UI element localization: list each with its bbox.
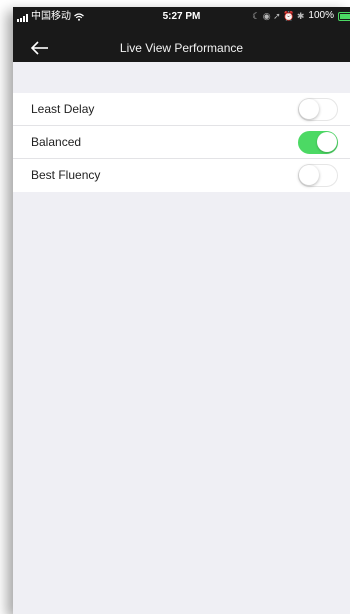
toggle-knob — [299, 99, 319, 119]
battery-icon — [338, 11, 350, 21]
option-label: Best Fluency — [31, 168, 101, 182]
option-least-delay[interactable]: Least Delay — [13, 93, 350, 126]
least-delay-toggle[interactable] — [298, 98, 338, 121]
performance-options-list: Least Delay Balanced Best Fluency — [13, 93, 350, 192]
navigation-bar: Live View Performance — [13, 37, 350, 62]
balanced-toggle[interactable] — [298, 131, 338, 154]
status-icons: ☾ ◉ ➚ ⏰ ✱ — [252, 11, 305, 21]
toggle-knob — [317, 132, 337, 152]
option-label: Balanced — [31, 135, 82, 149]
status-right: ☾ ◉ ➚ ⏰ ✱ 100% — [252, 11, 350, 21]
top-bar: 中国移动 5:27 PM ☾ ◉ ➚ ⏰ ✱ 100% Live View Pe… — [13, 7, 350, 62]
battery-fill — [340, 13, 350, 19]
battery-percent: 100% — [308, 10, 334, 21]
option-balanced[interactable]: Balanced — [13, 126, 350, 159]
best-fluency-toggle[interactable] — [298, 164, 338, 187]
status-bar: 中国移动 5:27 PM ☾ ◉ ➚ ⏰ ✱ 100% — [13, 7, 350, 27]
page-title: Live View Performance — [119, 41, 244, 55]
phone-screen: 中国移动 5:27 PM ☾ ◉ ➚ ⏰ ✱ 100% Live View Pe… — [13, 7, 350, 614]
option-label: Least Delay — [31, 102, 95, 116]
toggle-knob — [299, 165, 319, 185]
option-best-fluency[interactable]: Best Fluency — [13, 159, 350, 192]
